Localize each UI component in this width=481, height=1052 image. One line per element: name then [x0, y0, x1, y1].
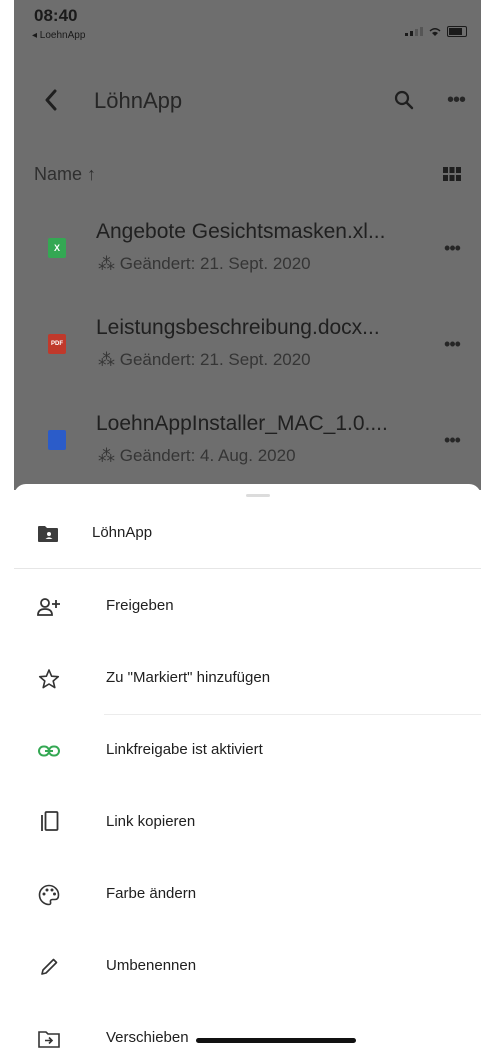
menu-item-label: Verschieben	[106, 1029, 189, 1046]
file-name: LoehnAppInstaller_MAC_1.0....	[96, 412, 388, 435]
battery-icon	[447, 26, 467, 37]
phone-screen: 08:40 ◂ LoehnApp LöhnApp ••• Name ↑ X An…	[14, 0, 481, 1052]
file-row[interactable]: PDF Leistungsbeschreibung.docx... ⁂ Geän…	[14, 300, 481, 396]
move-folder-icon	[36, 1026, 62, 1052]
file-modified-date: ⁂ Geändert: 21. Sept. 2020	[98, 350, 311, 369]
more-horizontal-icon: •••	[444, 429, 461, 450]
sheet-drag-handle[interactable]	[246, 494, 270, 497]
file-row[interactable]: X Angebote Gesichtsmasken.xl... ⁂ Geände…	[14, 204, 481, 300]
copy-icon	[36, 810, 62, 836]
menu-item-label: Farbe ändern	[106, 885, 197, 902]
star-menu-item[interactable]: Zu "Markiert" hinzufügen	[14, 642, 481, 714]
share-menu-item[interactable]: Freigeben	[14, 570, 481, 642]
status-time: 08:40	[34, 6, 78, 25]
search-icon	[394, 90, 414, 110]
menu-item-label: Freigeben	[106, 597, 174, 614]
link-icon	[36, 738, 62, 764]
sheet-header: LöhnApp	[14, 502, 481, 569]
menu-item-label: Linkfreigabe ist aktiviert	[106, 741, 263, 758]
search-button[interactable]	[388, 82, 420, 118]
shared-folder-icon	[36, 522, 60, 546]
file-more-button[interactable]: •••	[434, 230, 470, 266]
more-horizontal-icon: •••	[444, 333, 461, 354]
add-person-icon	[36, 594, 62, 620]
star-icon	[36, 666, 62, 692]
menu-item-label: Umbenennen	[106, 957, 197, 974]
grid-view-icon	[443, 167, 461, 181]
chevron-left-icon	[45, 89, 57, 111]
sort-by-name-button[interactable]: Name ↑	[34, 164, 96, 185]
excel-file-icon: X	[48, 238, 66, 258]
menu-item-label: Zu "Markiert" hinzufügen	[106, 669, 271, 686]
status-icons	[405, 26, 467, 37]
file-name: Leistungsbeschreibung.docx...	[96, 316, 380, 339]
palette-icon	[36, 882, 62, 908]
pencil-icon	[36, 954, 62, 980]
more-horizontal-icon: •••	[444, 237, 461, 258]
document-file-icon	[48, 430, 66, 450]
link-sharing-menu-item[interactable]: Linkfreigabe ist aktiviert	[14, 714, 481, 786]
copy-link-menu-item[interactable]: Link kopieren	[14, 786, 481, 858]
file-modified-date: ⁂ Geändert: 4. Aug. 2020	[98, 446, 296, 465]
file-more-button[interactable]: •••	[434, 422, 470, 458]
menu-item-label: Link kopieren	[106, 813, 196, 830]
back-to-app-link[interactable]: ◂ LoehnApp	[32, 30, 85, 41]
change-color-menu-item[interactable]: Farbe ändern	[14, 858, 481, 930]
file-list: X Angebote Gesichtsmasken.xl... ⁂ Geände…	[14, 204, 481, 490]
grid-view-button[interactable]	[440, 162, 464, 186]
more-horizontal-icon: •••	[446, 88, 466, 111]
home-indicator[interactable]	[196, 1038, 356, 1043]
pdf-file-icon: PDF	[48, 334, 66, 354]
rename-menu-item[interactable]: Umbenennen	[14, 930, 481, 1002]
file-row[interactable]: LoehnAppInstaller_MAC_1.0.... ⁂ Geändert…	[14, 396, 481, 492]
more-options-button[interactable]: •••	[440, 82, 472, 118]
file-modified-date: ⁂ Geändert: 21. Sept. 2020	[98, 254, 311, 273]
folder-title: LöhnApp	[94, 88, 183, 113]
status-bar: 08:40 ◂ LoehnApp	[14, 0, 481, 60]
action-sheet: LöhnApp Freigeben Zu "Markiert" hinzufüg…	[14, 484, 481, 1052]
sheet-title: LöhnApp	[92, 524, 153, 541]
app-header: LöhnApp •••	[14, 60, 481, 144]
file-more-button[interactable]: •••	[434, 326, 470, 362]
sort-row: Name ↑	[14, 144, 481, 204]
signal-icon	[405, 27, 423, 36]
wifi-icon	[429, 27, 441, 36]
move-menu-item[interactable]: Verschieben	[14, 1002, 481, 1052]
back-button[interactable]	[36, 82, 66, 118]
file-name: Angebote Gesichtsmasken.xl...	[96, 220, 386, 243]
